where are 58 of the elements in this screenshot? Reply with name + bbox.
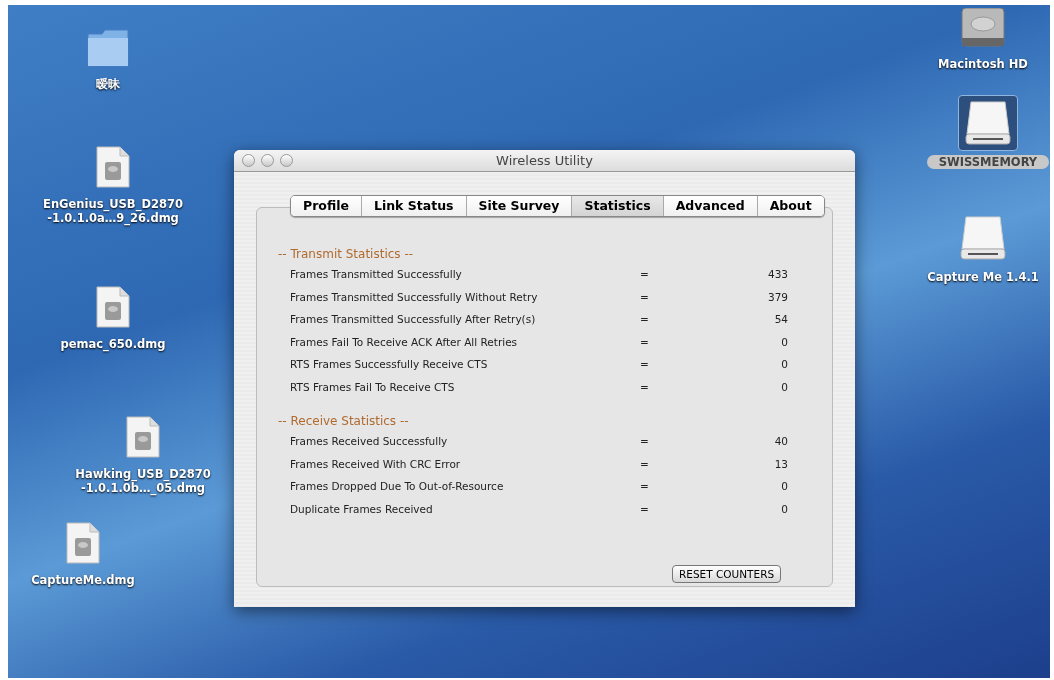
stat-label: RTS Frames Fail To Receive CTS (290, 379, 456, 395)
equals-sign: = (640, 334, 650, 350)
equals-sign: = (640, 357, 650, 373)
equals-sign: = (640, 479, 650, 495)
icon-label[interactable]: Capture Me 1.4.1 (927, 270, 1039, 284)
stat-value: 0 (781, 379, 788, 395)
equals-sign: = (640, 501, 650, 517)
stat-value: 40 (774, 434, 788, 450)
stat-label: Frames Received Successfully (290, 434, 449, 450)
stat-label: Frames Transmitted Successfully After Retry(s) (290, 312, 537, 328)
icon-label[interactable]: CaptureMe.dmg (31, 573, 135, 587)
equals-sign: = (640, 312, 650, 328)
stat-value: 0 (781, 479, 788, 495)
equals-sign: = (640, 379, 650, 395)
folder-icon (86, 28, 130, 68)
stat-label: Frames Dropped Due To Out-of-Resource (290, 479, 505, 495)
stat-label: Frames Fail To Receive ACK After All Retries (290, 334, 519, 350)
icon-label[interactable]: Macintosh HD (938, 57, 1028, 71)
stat-value: 54 (774, 312, 788, 328)
equals-sign: = (640, 456, 650, 472)
icon-label[interactable]: EnGenius_USB_D2870 -1.0.1.0a…9_26.dmg (43, 197, 183, 225)
stat-label: Frames Received With CRC Error (290, 456, 462, 472)
icon-label[interactable]: Hawking_USB_D2870 -1.0.1.0b…_05.dmg (75, 467, 211, 495)
stat-label: RTS Frames Successfully Receive CTS (290, 357, 489, 373)
stat-label: Frames Transmitted Successfully (290, 267, 463, 283)
window-control-icon[interactable] (242, 154, 255, 167)
section-heading: -- Receive Statistics -- (278, 413, 410, 430)
icon-label[interactable]: pemac_650.dmg (60, 337, 166, 351)
equals-sign: = (640, 434, 650, 450)
tab[interactable]: Link Status (360, 196, 466, 216)
icon-label[interactable]: 暧昧 (96, 77, 120, 91)
external-drive-icon (963, 100, 1013, 146)
disk-image-file-icon (126, 416, 160, 458)
tab[interactable]: About (756, 196, 824, 216)
reset-counters-button[interactable]: RESET COUNTERS (672, 565, 782, 583)
stat-label: Frames Transmitted Successfully Without Retry (290, 289, 539, 305)
icon-label[interactable]: SWISSMEMORY (926, 155, 1050, 169)
disk-image-file-icon (96, 286, 130, 328)
section-heading: -- Transmit Statistics -- (278, 246, 415, 263)
window-control-icon[interactable] (280, 154, 293, 167)
disk-image-file-icon (66, 522, 100, 564)
tab[interactable]: Profile (291, 196, 361, 216)
disk-image-file-icon (96, 146, 130, 188)
equals-sign: = (640, 289, 650, 305)
external-drive-icon (958, 215, 1008, 261)
equals-sign: = (640, 267, 650, 283)
window-title: Wireless Utility (496, 151, 593, 170)
stat-value: 0 (781, 334, 788, 350)
stat-value: 13 (774, 456, 788, 472)
tab[interactable]: Advanced (662, 196, 757, 216)
stat-value: 0 (781, 357, 788, 373)
window-control-icon[interactable] (261, 154, 274, 167)
tab[interactable]: Site Survey (465, 196, 572, 216)
stat-value: 0 (781, 501, 788, 517)
stat-value: 433 (767, 267, 788, 283)
tab[interactable]: Statistics (571, 196, 663, 216)
stat-value: 379 (767, 289, 788, 305)
stat-label: Duplicate Frames Received (290, 501, 434, 517)
